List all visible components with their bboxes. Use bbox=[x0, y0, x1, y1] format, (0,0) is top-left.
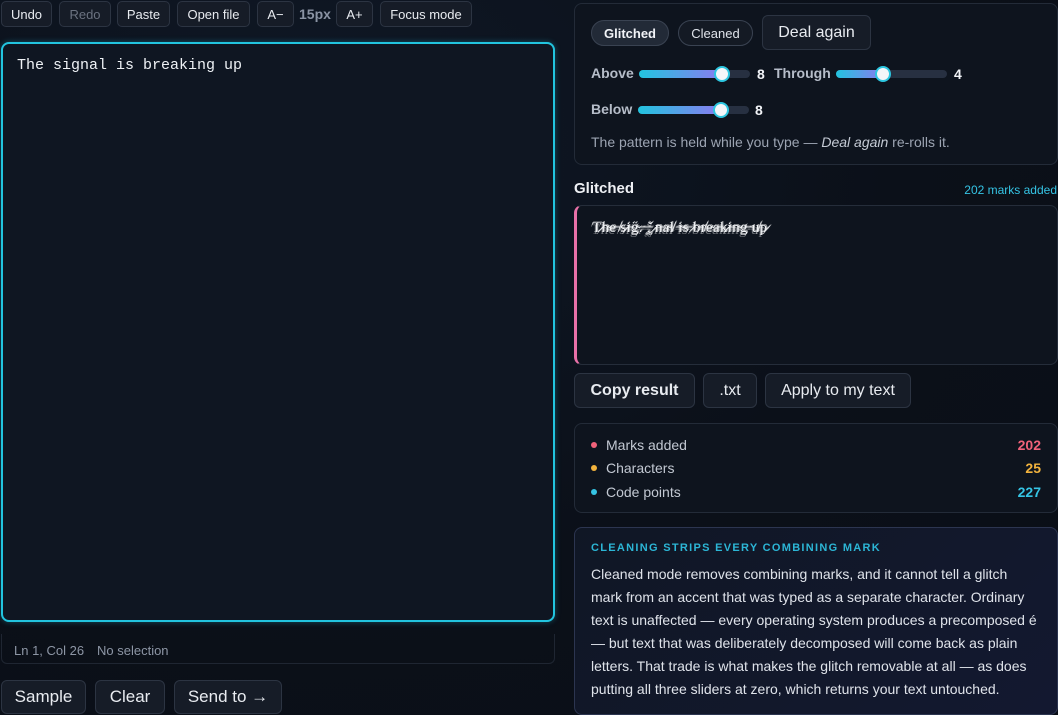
editor-text: The signal is breaking up bbox=[17, 57, 243, 74]
below-slider[interactable] bbox=[638, 102, 749, 118]
cleaning-note: CLEANING STRIPS EVERY COMBINING MARK Cle… bbox=[574, 527, 1058, 715]
above-slider[interactable] bbox=[639, 66, 750, 82]
focus-mode-button[interactable]: Focus mode bbox=[380, 1, 472, 27]
above-value: 8 bbox=[757, 66, 765, 82]
stat-label: Characters bbox=[606, 460, 675, 476]
marks-added-count: 202 marks added bbox=[964, 183, 1057, 197]
stat-dot bbox=[591, 489, 597, 495]
stat-marks-added: Marks added 202 bbox=[591, 436, 1041, 456]
sample-button[interactable]: Sample bbox=[1, 680, 86, 714]
stat-code-points: Code points 227 bbox=[591, 483, 1041, 503]
through-slider[interactable] bbox=[836, 66, 947, 82]
through-label: Through bbox=[774, 65, 831, 81]
stat-characters: Characters 25 bbox=[591, 459, 1041, 479]
paste-button[interactable]: Paste bbox=[117, 1, 170, 27]
below-slider-thumb[interactable] bbox=[713, 102, 730, 118]
glitched-text: T̷h̴e̶ ̸s̷i̵g̴̈.̵ ̶͔͘,̵̥̌ ̷n̶a̴l̸ ̵i̴s̶ … bbox=[592, 220, 768, 236]
font-decrease-button[interactable]: A− bbox=[257, 1, 294, 27]
font-increase-button[interactable]: A+ bbox=[336, 1, 373, 27]
copy-result-button[interactable]: Copy result bbox=[574, 373, 695, 408]
note-title: CLEANING STRIPS EVERY COMBINING MARK bbox=[591, 542, 882, 554]
stat-value: 227 bbox=[1017, 484, 1041, 500]
stat-value: 25 bbox=[1025, 460, 1041, 476]
pattern-hint: The pattern is held while you type — Dea… bbox=[591, 134, 950, 150]
deal-again-button[interactable]: Deal again bbox=[762, 15, 871, 50]
through-slider-thumb[interactable] bbox=[874, 66, 891, 82]
download-txt-button[interactable]: .txt bbox=[703, 373, 757, 408]
below-label: Below bbox=[591, 101, 633, 117]
below-slider-fill bbox=[638, 106, 722, 114]
stat-dot bbox=[591, 465, 597, 471]
glitched-output[interactable]: T̷h̴e̶ ̸s̷i̵g̴̈.̵ ̶͔͘,̵̥̌ ̷n̶a̴l̸ ̵i̴s̶ … bbox=[574, 205, 1058, 365]
redo-button[interactable]: Redo bbox=[59, 1, 111, 27]
send-to-button[interactable]: Send to → bbox=[174, 680, 282, 714]
mode-glitched-tab[interactable]: Glitched bbox=[591, 20, 669, 46]
stat-label: Code points bbox=[606, 484, 681, 500]
stat-dot bbox=[591, 442, 597, 448]
cursor-position: Ln 1, Col 26 bbox=[14, 643, 85, 658]
mode-cleaned-tab[interactable]: Cleaned bbox=[678, 20, 753, 46]
stat-label: Marks added bbox=[606, 437, 687, 453]
clear-button[interactable]: Clear bbox=[95, 680, 165, 714]
stats-panel: Marks added 202 Characters 25 Code point… bbox=[574, 423, 1058, 513]
font-size-value: 15px bbox=[299, 6, 331, 22]
controls-panel: Glitched Cleaned Deal again Above 8 Thro… bbox=[574, 3, 1058, 165]
note-body: Cleaned mode removes combining marks, an… bbox=[591, 566, 1037, 697]
status-bar: Ln 1, Col 26 No selection bbox=[1, 634, 555, 664]
through-value: 4 bbox=[954, 66, 962, 82]
apply-to-text-button[interactable]: Apply to my text bbox=[765, 373, 911, 408]
above-slider-fill bbox=[639, 70, 723, 78]
open-file-button[interactable]: Open file bbox=[177, 1, 250, 27]
above-slider-thumb[interactable] bbox=[714, 66, 731, 82]
stat-value: 202 bbox=[1017, 437, 1041, 453]
above-label: Above bbox=[591, 65, 634, 81]
text-editor[interactable]: The signal is breaking up bbox=[1, 42, 555, 622]
selection-status: No selection bbox=[97, 643, 169, 658]
undo-button[interactable]: Undo bbox=[1, 1, 52, 27]
below-value: 8 bbox=[755, 102, 763, 118]
output-heading: Glitched bbox=[574, 180, 635, 197]
